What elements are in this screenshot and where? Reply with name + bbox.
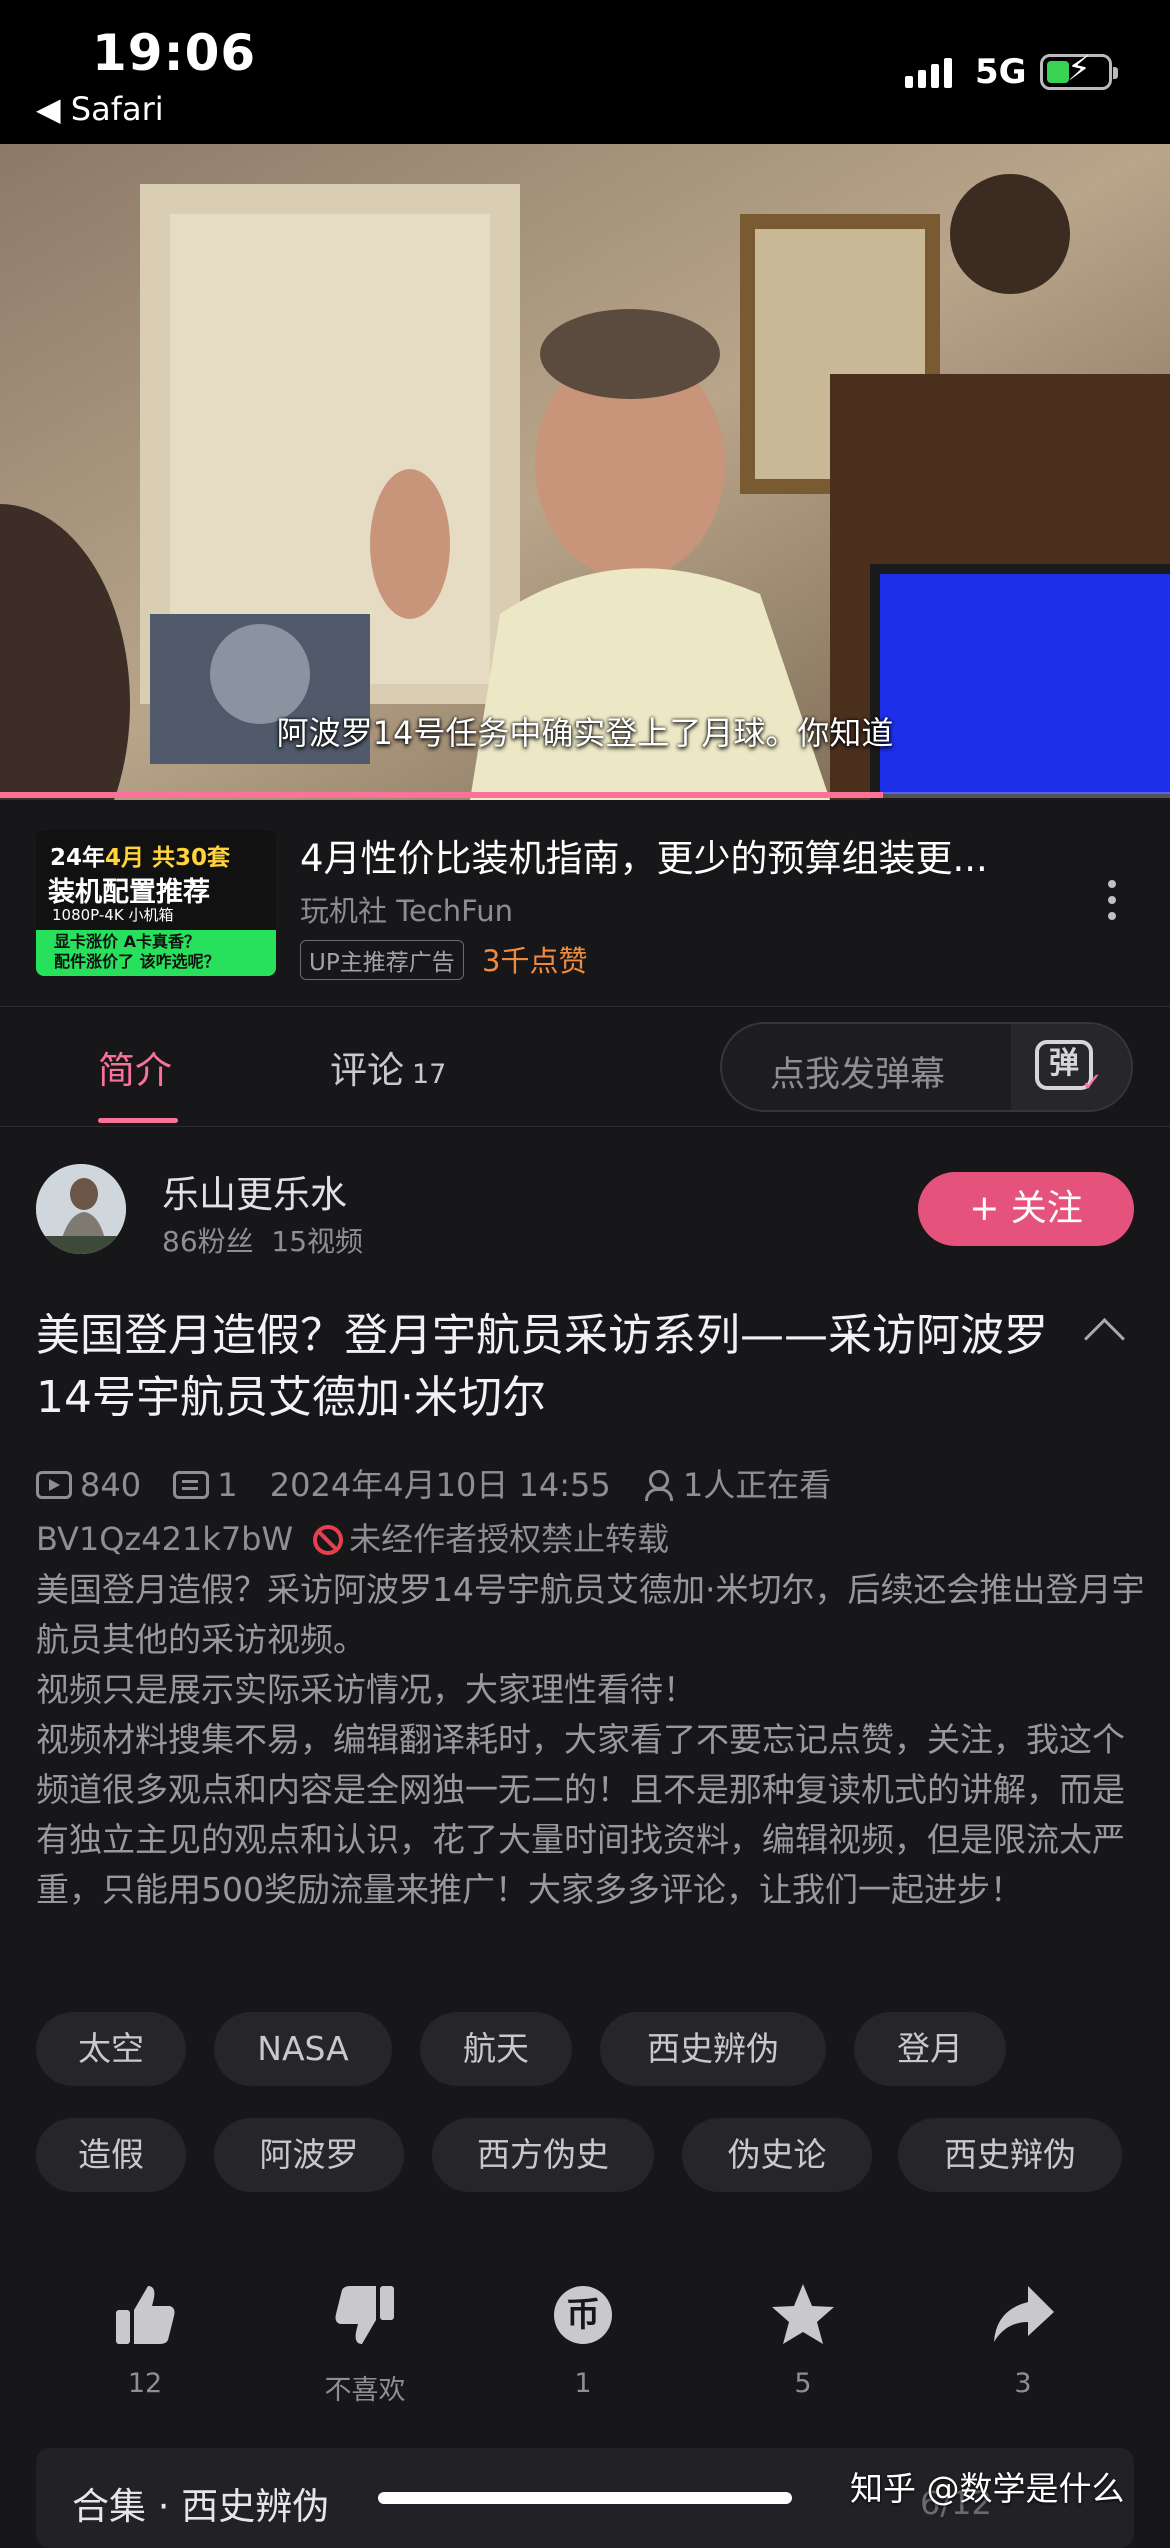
video-meta-2: BV1Qz421k7bW 未经作者授权禁止转载 <box>36 1514 669 1560</box>
share-arrow-icon <box>958 2280 1088 2350</box>
tag-chip[interactable]: NASA <box>214 2012 392 2086</box>
no-repost-icon <box>313 1525 344 1555</box>
battery-charging-icon: ⚡ <box>1040 49 1118 90</box>
follow-button[interactable]: + 关注 <box>918 1172 1134 1246</box>
avatar[interactable] <box>36 1164 126 1254</box>
bvid[interactable]: BV1Qz421k7bW <box>36 1520 293 1558</box>
ad-channel[interactable]: 玩机社 TechFun <box>300 888 513 930</box>
repost-notice: 未经作者授权禁止转载 <box>349 1520 670 1558</box>
danmaku-count-icon <box>173 1471 210 1499</box>
like-button[interactable]: 12 <box>80 2280 210 2399</box>
uploader-stats: 86粉丝 15视频 <box>162 1225 364 1258</box>
publish-date: 2024年4月10日 14:55 <box>269 1466 611 1504</box>
play-count-icon <box>36 1471 72 1499</box>
collection-name: 合集 · 西史辨伪 <box>72 2485 330 2528</box>
favorite-button[interactable]: 5 <box>738 2280 868 2399</box>
ad-label-badge: UP主推荐广告 <box>300 940 464 980</box>
video-subtitle: 阿波罗14号任务中确实登上了月球。你知道 <box>276 714 894 752</box>
like-count: 12 <box>127 2368 163 2399</box>
view-count: 840 <box>80 1466 142 1504</box>
watermark: 知乎 @数学是什么 <box>850 2469 1125 2508</box>
share-count: 3 <box>1014 2368 1032 2399</box>
favorite-count: 5 <box>794 2368 812 2399</box>
danmaku-toggle-button[interactable]: 弹 ✓ <box>1011 1024 1131 1110</box>
danmaku-on-check-icon: ✓ <box>1081 1068 1103 1098</box>
description-line: 美国登月造假？采访阿波罗14号宇航员艾德加·米切尔，后续还会推出登月宇航员其他的… <box>36 1570 1145 1659</box>
viewers-icon <box>643 1470 679 1501</box>
description-line: 视频材料搜集不易，编辑翻译耗时，大家看了不要忘记点赞，关注，我这个频道很多观点和… <box>36 1720 1125 1909</box>
coin-button[interactable]: 币 1 <box>518 2280 648 2399</box>
video-frame-image <box>0 144 1170 800</box>
ad-thumbnail[interactable]: 24年4月 共30套 装机配置推荐 1080P-4K 小机箱 显卡涨价 A卡真香… <box>36 830 276 976</box>
video-meta: 840 1 2024年4月10日 14:55 1人正在看 <box>36 1460 831 1506</box>
video-progress-fill <box>0 792 884 798</box>
video-player[interactable] <box>0 144 1170 800</box>
network-type: 5G <box>975 52 1027 92</box>
tag-chip[interactable]: 西史辨伪 <box>600 2012 826 2086</box>
coin-count: 1 <box>574 2368 592 2399</box>
tag-chip[interactable]: 阿波罗 <box>214 2118 404 2192</box>
divider <box>0 1126 1170 1127</box>
share-button[interactable]: 3 <box>958 2280 1088 2399</box>
danmaku-count: 1 <box>217 1466 238 1504</box>
tag-chip[interactable]: 航天 <box>420 2012 572 2086</box>
dislike-button[interactable]: 不喜欢 <box>300 2280 430 2407</box>
tag-chip[interactable]: 太空 <box>36 2012 186 2086</box>
ad-title[interactable]: 4月性价比装机指南，更少的预算组装更... <box>300 828 988 882</box>
tab-active-indicator <box>98 1118 178 1123</box>
star-icon <box>738 2280 868 2350</box>
dislike-label: 不喜欢 <box>324 2375 406 2406</box>
divider <box>0 1006 1170 1007</box>
cellular-signal-icon <box>905 58 957 88</box>
tab-comments[interactable]: 评论 17 <box>330 1040 446 1094</box>
watching-now: 1人正在看 <box>682 1466 832 1504</box>
more-options-icon[interactable] <box>1108 880 1118 928</box>
comments-count: 17 <box>412 1059 447 1090</box>
coin-icon: 币 <box>554 2286 612 2344</box>
tab-intro[interactable]: 简介 <box>98 1040 172 1094</box>
danmaku-input[interactable]: 点我发弹幕 弹 ✓ <box>720 1022 1133 1112</box>
tag-chip[interactable]: 西方伪史 <box>432 2118 654 2192</box>
collapse-icon[interactable] <box>1083 1317 1126 1360</box>
tag-chip[interactable]: 造假 <box>36 2118 186 2192</box>
tag-chip[interactable]: 伪史论 <box>682 2118 872 2192</box>
description-line: 视频只是展示实际采访情况，大家理性看待！ <box>36 1670 696 1709</box>
danmaku-placeholder: 点我发弹幕 <box>770 1055 946 1095</box>
thumbs-down-icon <box>300 2280 430 2350</box>
tab-comments-label: 评论 <box>330 1049 404 1092</box>
status-time: 19:06 <box>92 24 257 82</box>
back-to-safari-link[interactable]: ◀ Safari <box>36 90 164 128</box>
tag-chip[interactable]: 登月 <box>854 2012 1006 2086</box>
home-indicator[interactable] <box>378 2492 792 2504</box>
video-description: 美国登月造假？采访阿波罗14号宇航员艾德加·米切尔，后续还会推出登月宇航员其他的… <box>36 1565 1146 1915</box>
uploader-name[interactable]: 乐山更乐水 <box>162 1164 347 1218</box>
thumbs-up-icon <box>80 2280 210 2350</box>
ad-likes: 3千点赞 <box>482 944 588 978</box>
tag-chip[interactable]: 西史辩伪 <box>898 2118 1122 2192</box>
video-title: 美国登月造假？登月宇航员采访系列——采访阿波罗14号宇航员艾德加·米切尔 <box>36 1310 1048 1423</box>
